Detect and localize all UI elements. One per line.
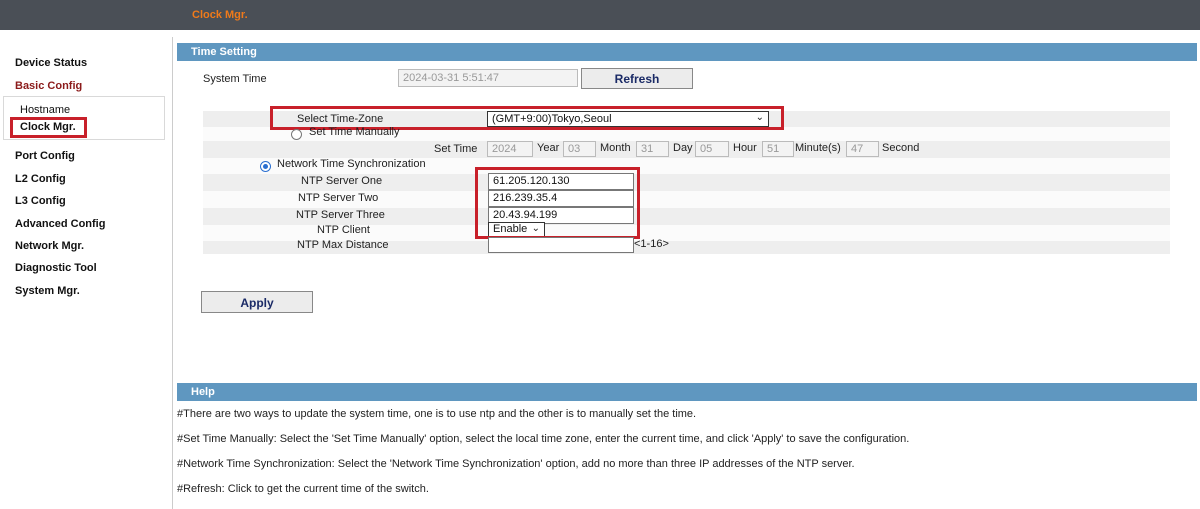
month-label: Month — [600, 142, 631, 154]
ntp-max-distance-field[interactable] — [488, 237, 634, 253]
sidebar-item-network-mgr[interactable]: Network Mgr. — [15, 240, 84, 252]
time-setting-header: Time Setting — [177, 43, 1197, 61]
system-time-label: System Time — [203, 73, 267, 85]
day-field[interactable]: 31 — [636, 141, 669, 157]
ntp-two-label: NTP Server Two — [298, 192, 379, 204]
sidebar-item-advanced-config[interactable]: Advanced Config — [15, 218, 105, 230]
ntp-client-label: NTP Client — [317, 224, 370, 236]
sidebar: Device Status Basic Config Hostname Cloc… — [0, 44, 172, 509]
system-time-field: 2024-03-31 5:51:47 — [398, 69, 578, 87]
year-label: Year — [537, 142, 560, 154]
second-label: Second — [882, 142, 920, 154]
ntp-one-field[interactable]: 61.205.120.130 — [488, 173, 634, 190]
second-field[interactable]: 47 — [846, 141, 879, 157]
sidebar-item-basic-config[interactable]: Basic Config — [15, 80, 82, 92]
ntp-client-select[interactable]: Enable ⌄ — [488, 222, 545, 237]
help-line: #Network Time Synchronization: Select th… — [177, 458, 855, 470]
sidebar-item-system-mgr[interactable]: System Mgr. — [15, 285, 80, 297]
sidebar-item-l3-config[interactable]: L3 Config — [15, 195, 66, 207]
sidebar-item-port-config[interactable]: Port Config — [15, 150, 75, 162]
ntp-client-value: Enable — [493, 223, 528, 235]
hour-field[interactable]: 05 — [695, 141, 729, 157]
timezone-value: (GMT+9:00)Tokyo,Seoul — [492, 113, 612, 125]
sidebar-item-diagnostic-tool[interactable]: Diagnostic Tool — [15, 262, 97, 274]
help-line: #There are two ways to update the system… — [177, 408, 697, 420]
help-header: Help — [177, 383, 1197, 401]
main-content: Time Setting System Time 2024-03-31 5:51… — [172, 37, 1200, 509]
month-field[interactable]: 03 — [563, 141, 596, 157]
hour-label: Hour — [733, 142, 757, 154]
sidebar-subitem-hostname[interactable]: Hostname — [20, 104, 70, 116]
help-line: #Refresh: Click to get the current time … — [177, 483, 429, 495]
day-label: Day — [673, 142, 693, 154]
apply-button[interactable]: Apply — [201, 291, 313, 313]
breadcrumb: Clock Mgr. — [192, 9, 248, 21]
ntp-three-label: NTP Server Three — [296, 209, 385, 221]
ntp-one-label: NTP Server One — [301, 175, 383, 187]
timezone-select[interactable]: (GMT+9:00)Tokyo,Seoul ⌄ — [487, 111, 769, 127]
ntp-sync-radio[interactable] — [260, 161, 271, 172]
sidebar-subnav: Hostname Clock Mgr. — [3, 96, 165, 140]
ntp-sync-label: Network Time Synchronization — [277, 158, 426, 170]
ntp-two-field[interactable]: 216.239.35.4 — [488, 190, 634, 207]
top-bar: Clock Mgr. — [0, 0, 1200, 30]
set-manually-label: Set Time Manually — [309, 126, 400, 138]
minute-field[interactable]: 51 — [762, 141, 794, 157]
refresh-button[interactable]: Refresh — [581, 68, 693, 89]
sidebar-item-device-status[interactable]: Device Status — [15, 57, 87, 69]
set-manually-radio[interactable] — [291, 129, 302, 140]
chevron-down-icon: ⌄ — [531, 223, 540, 234]
sidebar-subitem-clock-mgr[interactable]: Clock Mgr. — [20, 121, 76, 133]
year-field[interactable]: 2024 — [487, 141, 533, 157]
set-time-label: Set Time — [434, 143, 478, 155]
ntp-max-distance-label: NTP Max Distance — [297, 239, 389, 251]
minute-label: Minute(s) — [795, 142, 841, 154]
help-line: #Set Time Manually: Select the 'Set Time… — [177, 433, 910, 445]
sidebar-item-l2-config[interactable]: L2 Config — [15, 173, 66, 185]
timezone-label: Select Time-Zone — [297, 113, 384, 125]
chevron-down-icon: ⌄ — [755, 112, 764, 123]
ntp-max-distance-hint: <1-16> — [634, 238, 669, 250]
